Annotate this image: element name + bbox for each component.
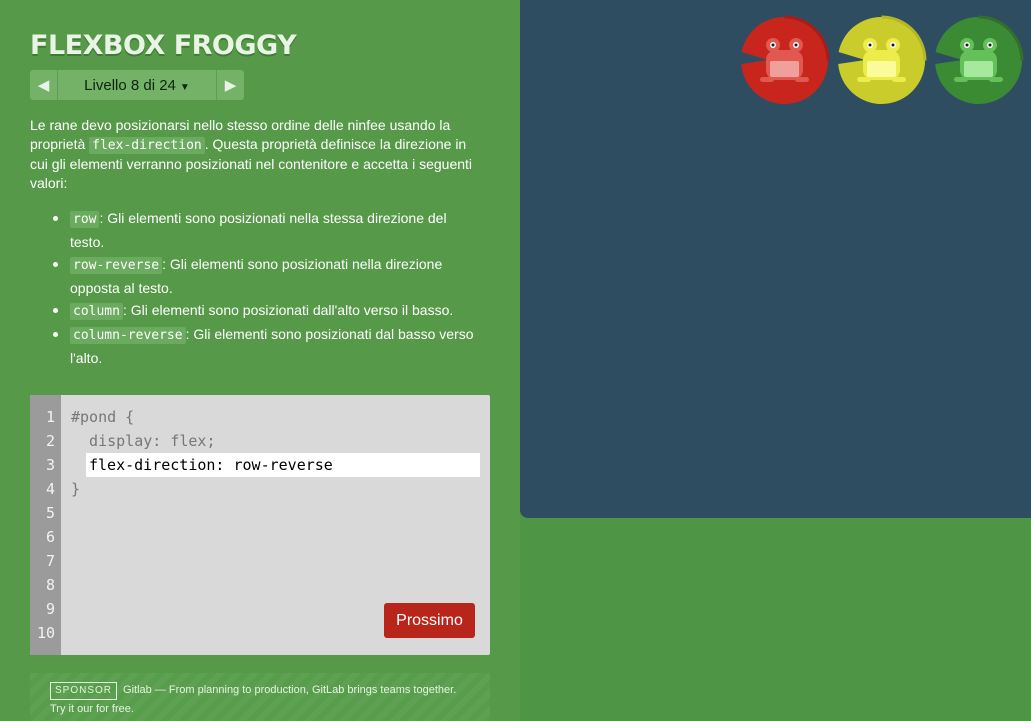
list-item: row-reverse: Gli elementi sono posiziona… <box>30 253 482 299</box>
instructions-text: Le rane devo posizionarsi nello stesso o… <box>30 116 482 193</box>
value-code: column-reverse <box>70 327 186 344</box>
caret-down-icon: ▼ <box>179 81 190 93</box>
sponsor-banner[interactable]: SPONSOR Gitlab — From planning to product… <box>30 673 490 721</box>
level-selector[interactable]: Livello 8 di 24 ▼ <box>58 77 216 94</box>
line-number: 4 <box>45 480 55 498</box>
list-item: row: Gli elementi sono posizionati nella… <box>30 207 482 253</box>
line-number: 2 <box>45 432 55 450</box>
value-code: column <box>70 303 123 320</box>
list-item: column-reverse: Gli elementi sono posizi… <box>30 323 482 369</box>
next-level-button[interactable]: ▶ <box>216 70 244 100</box>
level-label: Livello 8 di 24 <box>84 76 176 94</box>
red-frog-on-lilypad <box>738 14 831 107</box>
code-line-selector: #pond { <box>71 408 135 426</box>
line-number: 5 <box>45 504 55 522</box>
chevron-left-icon: ◀ <box>37 77 50 94</box>
yellow-frog-on-lilypad <box>835 14 928 107</box>
line-number: 10 <box>36 624 55 642</box>
red-frog-icon <box>741 15 830 104</box>
list-item: column: Gli elementi sono posizionati da… <box>30 299 482 323</box>
line-number: 7 <box>45 552 55 570</box>
values-list: row: Gli elementi sono posizionati nella… <box>30 207 482 369</box>
green-frog-icon <box>935 15 1024 104</box>
value-code: row <box>70 211 100 228</box>
code-line-display: display: flex; <box>71 432 216 450</box>
line-number: 8 <box>45 576 55 594</box>
green-frog-on-lilypad <box>932 14 1025 107</box>
chevron-right-icon: ▶ <box>224 77 237 94</box>
line-number: 6 <box>45 528 55 546</box>
value-description: : Gli elementi sono posizionati nella st… <box>70 210 447 250</box>
yellow-frog-icon <box>838 15 927 104</box>
level-navigation: ◀ Livello 8 di 24 ▼ ▶ <box>30 70 244 100</box>
line-number: 3 <box>45 456 55 474</box>
value-code: row-reverse <box>70 257 163 274</box>
app-title: FLEXBOX FROGGY <box>30 30 297 61</box>
next-button[interactable]: Prossimo <box>384 603 475 638</box>
value-description: : Gli elementi sono posizionati dall'alt… <box>122 302 454 318</box>
previous-level-button[interactable]: ◀ <box>30 70 58 100</box>
pond-board <box>520 0 1031 518</box>
property-code: flex-direction <box>89 137 205 154</box>
line-number: 9 <box>45 600 55 618</box>
line-number: 1 <box>45 408 55 426</box>
sponsor-badge: SPONSOR <box>50 682 118 700</box>
css-input-field[interactable] <box>86 453 480 477</box>
frog-row <box>738 14 1031 107</box>
line-number-gutter: 1 2 3 4 5 6 7 8 9 10 <box>30 395 61 655</box>
code-line-closing-brace: } <box>71 480 81 498</box>
